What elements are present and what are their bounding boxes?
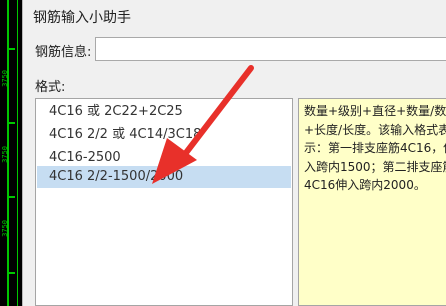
dialog-title: 钢筋输入小助手 xyxy=(33,10,131,26)
rebar-input-dialog: 钢筋输入小助手 钢筋信息: 格式: 4C16 或 2C22+2C25 4C16 … xyxy=(22,0,446,306)
cad-tick xyxy=(7,196,15,198)
cad-tick xyxy=(7,272,15,274)
help-text-line: 入跨内1500；第二排支座筋 xyxy=(304,159,446,174)
format-option[interactable]: 4C16 2/2 或 4C14/3C18 xyxy=(37,124,291,146)
cad-dimension-text: 3750 xyxy=(1,70,9,87)
format-option[interactable]: 4C16 或 2C22+2C25 xyxy=(37,101,291,123)
help-text-line: 数量+级别+直径+数量/数据 xyxy=(304,104,446,118)
rebar-info-input[interactable] xyxy=(95,37,446,61)
cad-tick xyxy=(7,48,15,50)
help-text-line: 4C16伸入跨内2000。 xyxy=(304,178,426,192)
format-option-selected[interactable]: 4C16 2/2-1500/2000 xyxy=(37,166,291,188)
rebar-info-label: 钢筋信息: xyxy=(35,45,92,60)
format-label: 格式: xyxy=(35,80,66,95)
cad-drawing-strip: 3750 3750 3750 xyxy=(0,0,22,306)
cad-dimension-text: 3750 xyxy=(1,220,9,237)
cad-tick xyxy=(7,122,15,124)
cad-edge-line xyxy=(17,0,18,306)
format-list[interactable]: 4C16 或 2C22+2C25 4C16 2/2 或 4C14/3C18 4C… xyxy=(35,98,293,306)
format-help-panel: 数量+级别+直径+数量/数据 +长度/长度。该输入格式表 示：第一排支座筋4C1… xyxy=(298,98,446,306)
help-text-line: +长度/长度。该输入格式表 xyxy=(304,122,446,137)
cad-dimension-text: 3750 xyxy=(1,146,9,163)
help-text-line: 示：第一排支座筋4C16，伸 xyxy=(304,141,446,155)
